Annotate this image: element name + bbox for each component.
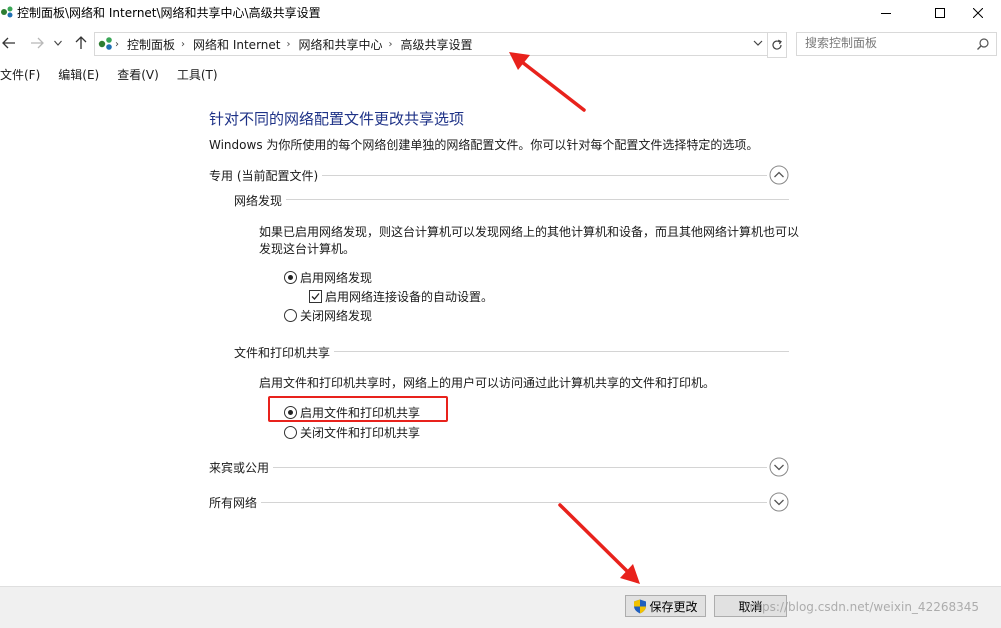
- refresh-button[interactable]: [767, 32, 787, 58]
- arrow-pointing-to-save-icon: [558, 503, 640, 584]
- uac-shield-icon: [634, 599, 647, 613]
- file-printer-sharing-off-label[interactable]: 关闭文件和打印机共享: [300, 424, 420, 441]
- file-printer-sharing-description: 启用文件和打印机共享时，网络上的用户可以访问通过此计算机共享的文件和打印机。: [259, 376, 716, 390]
- up-button[interactable]: [72, 34, 90, 52]
- checkmark-icon: [311, 293, 320, 300]
- divider: [209, 467, 767, 468]
- watermark: https://blog.csdn.net/weixin_42268345: [745, 600, 980, 614]
- arrow-right-icon: [31, 37, 44, 49]
- window-title: 控制面板\网络和 Internet\网络和共享中心\高级共享设置: [17, 6, 321, 20]
- page-title: 针对不同的网络配置文件更改共享选项: [209, 110, 465, 128]
- page-description: Windows 为你所使用的每个网络创建单独的网络配置文件。你可以针对每个配置文…: [209, 138, 759, 152]
- annotation-highlight-box: [268, 396, 448, 422]
- network-discovery-description: 如果已启用网络发现，则这台计算机可以发现网络上的其他计算机和设备，而且其他网络计…: [259, 225, 800, 256]
- file-printer-sharing-off-option[interactable]: 关闭文件和打印机共享: [284, 424, 420, 441]
- menu-view[interactable]: 查看(V): [117, 64, 167, 84]
- breadcrumb: › 控制面板 › 网络和 Internet › 网络和共享中心 › 高级共享设置: [115, 36, 473, 53]
- auto-setup-label[interactable]: 启用网络连接设备的自动设置。: [325, 288, 493, 305]
- menu-edit[interactable]: 编辑(E): [58, 64, 107, 84]
- network-discovery-off-option[interactable]: 关闭网络发现: [284, 307, 372, 324]
- file-printer-sharing-title: 文件和打印机共享: [234, 344, 335, 361]
- checkbox-checked[interactable]: [309, 290, 322, 303]
- arrow-pointing-to-address-icon: [509, 52, 586, 112]
- title-bar: 控制面板\网络和 Internet\网络和共享中心\高级共享设置: [0, 0, 1001, 26]
- radio-button-selected[interactable]: [284, 271, 297, 284]
- menu-file[interactable]: 文件(F): [0, 64, 48, 84]
- chevron-down-icon[interactable]: [769, 492, 789, 512]
- search-box[interactable]: [796, 32, 997, 56]
- breadcrumb-separator: ›: [115, 39, 119, 50]
- auto-setup-option[interactable]: 启用网络连接设备的自动设置。: [309, 288, 493, 305]
- profile-private-label: 专用 (当前配置文件): [209, 167, 323, 184]
- maximize-icon: [935, 8, 945, 18]
- profile-all-networks-label: 所有网络: [209, 494, 262, 511]
- minimize-icon: [881, 13, 891, 14]
- profile-guest-public-label: 来宾或公用: [209, 459, 274, 476]
- search-icon[interactable]: [976, 37, 990, 51]
- divider: [209, 502, 767, 503]
- chevron-down-icon: [753, 40, 763, 46]
- forward-button[interactable]: [28, 34, 46, 52]
- network-discovery-on-option[interactable]: 启用网络发现: [284, 269, 372, 286]
- breadcrumb-advanced-sharing[interactable]: 高级共享设置: [401, 36, 473, 53]
- chevron-up-icon[interactable]: [769, 165, 789, 185]
- menu-bar: 文件(F) 编辑(E) 查看(V) 工具(T): [0, 64, 236, 84]
- breadcrumb-separator: ›: [388, 39, 393, 50]
- recent-locations-button[interactable]: [52, 34, 64, 52]
- radio-button[interactable]: [284, 426, 297, 439]
- save-changes-button[interactable]: 保存更改: [625, 595, 706, 617]
- menu-tools[interactable]: 工具(T): [177, 64, 226, 84]
- address-dropdown-button[interactable]: [753, 36, 765, 50]
- arrow-up-icon: [75, 36, 87, 49]
- breadcrumb-control-panel[interactable]: 控制面板: [127, 36, 175, 53]
- breadcrumb-network-sharing-center[interactable]: 网络和共享中心: [298, 36, 382, 53]
- breadcrumb-separator: ›: [181, 39, 186, 50]
- close-button[interactable]: [955, 0, 1001, 26]
- chevron-down-icon[interactable]: [769, 457, 789, 477]
- breadcrumb-separator: ›: [286, 39, 291, 50]
- close-icon: [973, 8, 983, 18]
- network-discovery-off-label[interactable]: 关闭网络发现: [300, 307, 372, 324]
- save-changes-label: 保存更改: [649, 599, 698, 614]
- network-discovery-title: 网络发现: [234, 192, 287, 209]
- radio-button[interactable]: [284, 309, 297, 322]
- refresh-icon: [772, 39, 782, 50]
- divider: [234, 199, 789, 200]
- arrow-left-icon: [2, 37, 15, 49]
- network-center-icon: [98, 37, 112, 50]
- search-input[interactable]: [805, 36, 965, 50]
- chevron-down-icon: [54, 40, 62, 46]
- minimize-button[interactable]: [863, 0, 909, 26]
- network-center-icon: [1, 6, 13, 18]
- breadcrumb-network-internet[interactable]: 网络和 Internet: [193, 36, 280, 53]
- annotation-arrows: [509, 52, 640, 584]
- address-bar[interactable]: › 控制面板 › 网络和 Internet › 网络和共享中心 › 高级共享设置: [94, 32, 768, 56]
- network-discovery-on-label[interactable]: 启用网络发现: [300, 269, 372, 286]
- back-button[interactable]: [0, 34, 18, 52]
